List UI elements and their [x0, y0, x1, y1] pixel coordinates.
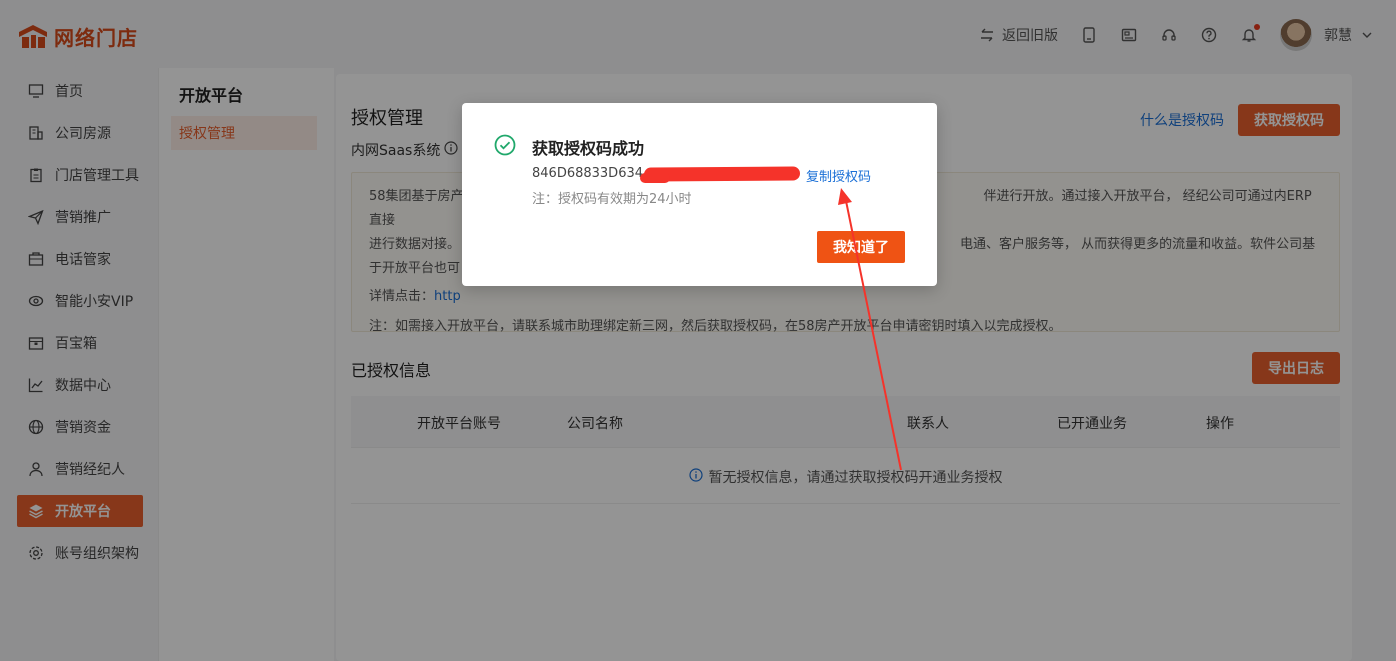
dialog-title: 获取授权码成功 [532, 139, 645, 158]
redaction-mark [640, 173, 670, 183]
got-it-button[interactable]: 我知道了 [817, 231, 905, 263]
got-it-label: 我知道了 [833, 240, 889, 256]
auth-code-success-dialog: 获取授权码成功 846D68833D634 复制授权码 注：授权码有效期为24小… [462, 103, 937, 286]
copy-auth-code-link[interactable]: 复制授权码 [806, 166, 871, 185]
validity-note: 注：授权码有效期为24小时 [532, 192, 692, 207]
check-circle-icon [494, 134, 516, 156]
auth-code-value: 846D68833D634 [532, 166, 644, 181]
modal-overlay[interactable] [0, 0, 1396, 661]
